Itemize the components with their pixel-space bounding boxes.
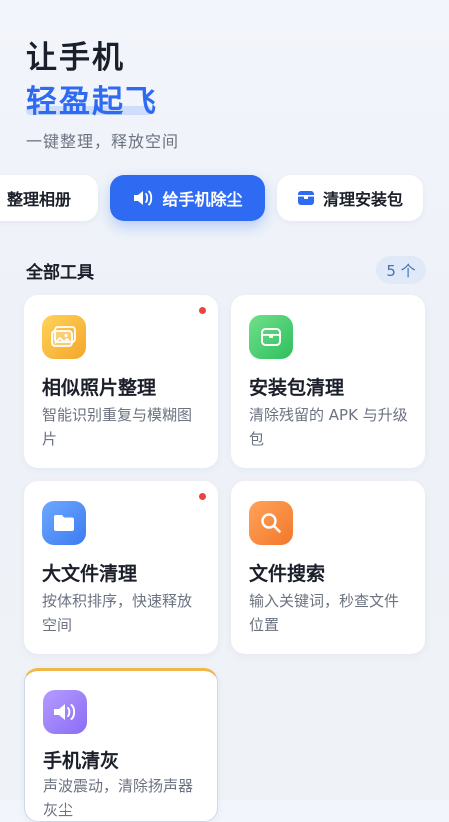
speaker-icon <box>132 189 154 207</box>
speaker-icon <box>43 690 87 734</box>
package-icon <box>249 315 293 359</box>
chip-label: 清理安装包 <box>322 190 403 209</box>
search-icon <box>249 501 293 545</box>
tool-card-large-files[interactable]: 大文件清理 按体积排序，快速释放空间 <box>24 481 218 654</box>
package-icon <box>297 189 315 207</box>
tool-card-package-clean[interactable]: 安装包清理 清除残留的 APK 与升级包 <box>231 295 425 468</box>
tool-desc: 声波震动，清除扬声器灰尘 <box>43 777 194 819</box>
photo-icon <box>42 315 86 359</box>
chip-phone-dust-clean[interactable]: 给手机除尘 <box>110 175 265 221</box>
new-badge-dot <box>199 493 206 500</box>
hero-accent-title: 轻盈起飞 <box>26 84 158 120</box>
tool-name: 文件搜索 <box>249 563 326 585</box>
chip-clean-packages[interactable]: 清理安装包 <box>277 175 423 221</box>
tool-desc: 清除残留的 APK 与升级包 <box>249 406 408 448</box>
hero-title: 让手机 <box>26 40 125 76</box>
tool-count-badge: 5 个 <box>376 256 426 284</box>
folder-icon <box>42 501 86 545</box>
quick-action-chips: 整理相册 给手机除尘 清理安装包 <box>0 175 449 223</box>
tool-card-speaker-dust[interactable]: 手机清灰 声波震动，清除扬声器灰尘 <box>24 668 218 822</box>
tool-card-similar-photos[interactable]: 相似照片整理 智能识别重复与模糊图片 <box>24 295 218 468</box>
tool-name: 手机清灰 <box>43 750 120 772</box>
tool-name: 安装包清理 <box>249 377 345 399</box>
chip-organize-album[interactable]: 整理相册 <box>0 175 98 221</box>
tool-name: 大文件清理 <box>42 563 138 585</box>
tool-desc: 智能识别重复与模糊图片 <box>42 406 193 448</box>
tool-name: 相似照片整理 <box>42 377 157 399</box>
tool-card-file-search[interactable]: 文件搜索 输入关键词，秒查文件位置 <box>231 481 425 654</box>
chip-label: 给手机除尘 <box>162 190 243 209</box>
section-title: 全部工具 <box>26 263 94 283</box>
tool-desc: 输入关键词，秒查文件位置 <box>249 592 400 634</box>
tool-desc: 按体积排序，快速释放空间 <box>42 592 193 634</box>
new-badge-dot <box>199 307 206 314</box>
chip-label: 整理相册 <box>6 190 71 209</box>
hero-subtitle: 一键整理，释放空间 <box>26 132 180 151</box>
